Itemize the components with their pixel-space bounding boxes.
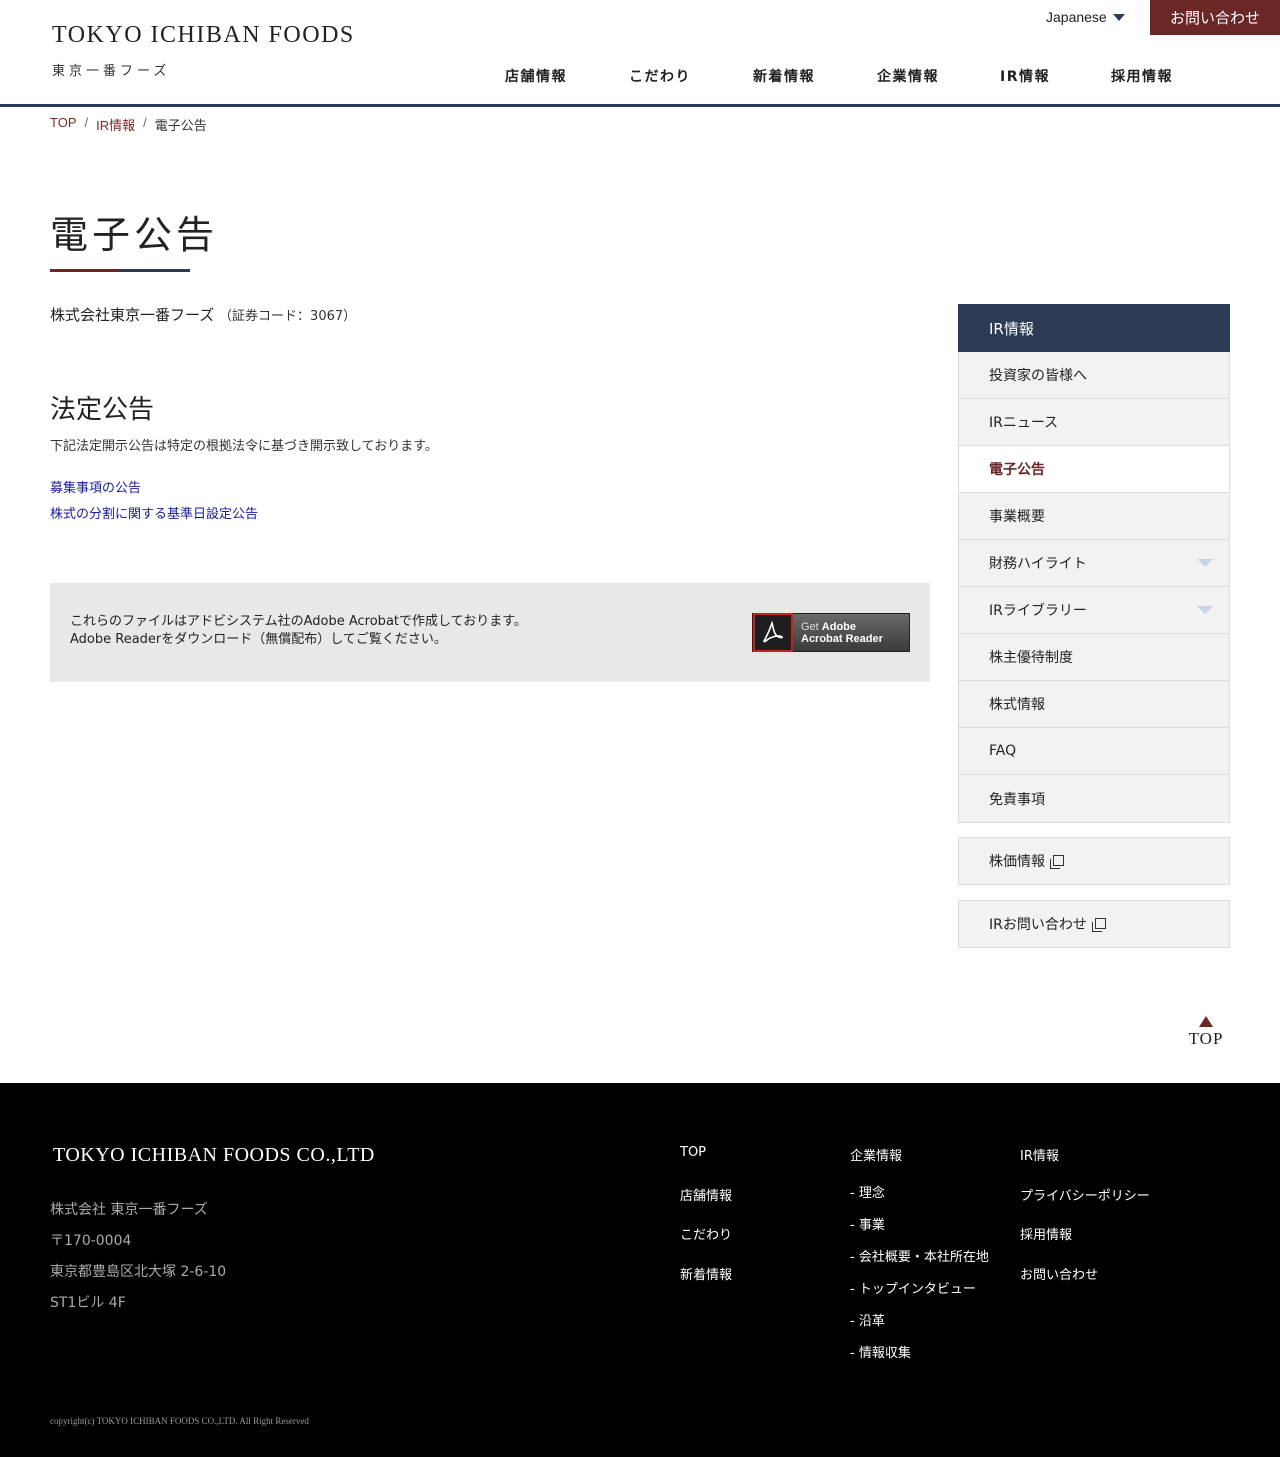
logo-en[interactable]: TOKYO ICHIBAN FOODS [52, 22, 355, 49]
stock-price-label: 株価情報 [989, 854, 1045, 870]
contact-button[interactable]: お問い合わせ [1150, 0, 1280, 35]
ir-sidebar: IR情報 投資家の皆様へ IRニュース 電子公告 事業概要 財務ハイライト IR… [958, 304, 1230, 823]
copyright: copyright(c) TOKYO ICHIBAN FOODS CO.,LTD… [50, 1416, 309, 1426]
pdf-note-line2: Adobe Readerをダウンロード（無償配布）してご覧ください。 [70, 632, 447, 647]
pdf-notice-box: これらのファイルはアドビシステム社のAdobe Acrobatで作成しております… [50, 583, 930, 682]
chevron-down-icon [1197, 606, 1213, 614]
sidebar-item-benefits[interactable]: 株主優待制度 [959, 634, 1229, 681]
footer-link-history[interactable]: - 沿革 [850, 1310, 885, 1329]
adobe-brand: Adobe [821, 620, 857, 633]
footer-link-info-collection[interactable]: - 情報収集 [850, 1342, 911, 1361]
footer-link-privacy[interactable]: プライバシーポリシー [1020, 1185, 1150, 1204]
nav-recruit[interactable]: 採用情報 [1111, 66, 1173, 86]
global-nav: 店舗情報 こだわり 新着情報 企業情報 IR情報 採用情報 [0, 66, 1280, 88]
footer-address: 東京都豊島区北大塚 2-6-10 [50, 1264, 227, 1280]
footer-building: ST1ビル 4F [50, 1295, 126, 1311]
nav-ir[interactable]: IR情報 [1000, 66, 1050, 86]
footer-company: 株式会社 東京一番フーズ [50, 1202, 208, 1218]
footer-link-commitment[interactable]: こだわり [680, 1224, 732, 1243]
acrobat-icon [753, 613, 793, 652]
footer-link-top[interactable]: TOP [680, 1145, 706, 1160]
external-link-icon [1091, 917, 1106, 932]
breadcrumb-ir[interactable]: IR情報 [96, 115, 135, 134]
sidebar-heading[interactable]: IR情報 [958, 304, 1230, 352]
footer-zip: 〒170-0004 [50, 1233, 132, 1249]
back-to-top-button[interactable]: TOP [1186, 1016, 1226, 1049]
pdf-note-line1: これらのファイルはアドビシステム社のAdobe Acrobatで作成しております… [70, 614, 527, 629]
sidebar-item-investors[interactable]: 投資家の皆様へ [959, 352, 1229, 399]
sidebar-item-e-notice[interactable]: 電子公告 [959, 446, 1229, 493]
sidebar-item-disclaimer[interactable]: 免責事項 [959, 775, 1229, 822]
back-to-top-label: TOP [1188, 1029, 1224, 1048]
language-label: Japanese [1046, 9, 1107, 25]
external-link-icon [1050, 854, 1064, 869]
footer-link-business[interactable]: - 事業 [850, 1214, 885, 1233]
get-adobe-reader-button[interactable]: Get Adobe Acrobat Reader [752, 613, 910, 652]
footer-link-news[interactable]: 新着情報 [680, 1264, 732, 1283]
nav-commitment[interactable]: こだわり [629, 66, 691, 86]
sidebar-item-stock-info[interactable]: 株式情報 [959, 681, 1229, 728]
arrow-up-icon [1199, 1016, 1213, 1027]
sidebar-item-label: 財務ハイライト [989, 556, 1087, 572]
nav-company[interactable]: 企業情報 [877, 66, 939, 86]
chevron-down-icon [1197, 559, 1213, 567]
chevron-down-icon [1112, 13, 1125, 21]
sidebar-item-financial[interactable]: 財務ハイライト [959, 540, 1229, 587]
nav-stores[interactable]: 店舗情報 [505, 66, 567, 86]
breadcrumb-separator: / [143, 115, 147, 130]
site-header: TOKYO ICHIBAN FOODS 東京一番フーズ Japanese お問い… [0, 0, 1280, 107]
page-title: 電子公告 [50, 213, 219, 257]
sidebar-list: 投資家の皆様へ IRニュース 電子公告 事業概要 財務ハイライト IRライブラリ… [958, 352, 1230, 823]
breadcrumb: TOP / IR情報 / 電子公告 [50, 115, 207, 134]
adobe-get: Get [801, 620, 819, 633]
adobe-button-text: Get Adobe Acrobat Reader [793, 621, 883, 645]
footer-link-contact[interactable]: お問い合わせ [1020, 1264, 1098, 1283]
footer-link-interview[interactable]: - トップインタビュー [850, 1278, 976, 1297]
breadcrumb-current: 電子公告 [154, 118, 207, 133]
title-underline [50, 269, 190, 272]
notice-link-stock-split[interactable]: 株式の分割に関する基準日設定公告 [50, 503, 258, 522]
footer-link-philosophy[interactable]: - 理念 [850, 1182, 885, 1201]
footer-link-ir[interactable]: IR情報 [1020, 1145, 1059, 1164]
breadcrumb-separator: / [84, 115, 89, 130]
sidebar-item-faq[interactable]: FAQ [959, 728, 1229, 775]
sidebar-item-ir-news[interactable]: IRニュース [959, 399, 1229, 446]
footer-link-overview[interactable]: - 会社概要・本社所在地 [850, 1246, 989, 1265]
footer-logo: TOKYO ICHIBAN FOODS CO.,LTD [53, 1144, 375, 1166]
nav-news[interactable]: 新着情報 [753, 66, 815, 86]
ir-contact-link[interactable]: IRお問い合わせ [958, 900, 1230, 948]
company-name: 株式会社東京一番フーズ [50, 306, 215, 324]
footer-link-company[interactable]: 企業情報 [850, 1145, 902, 1164]
company-line: 株式会社東京一番フーズ （証券コード：3067） [50, 304, 356, 325]
site-footer: TOKYO ICHIBAN FOODS CO.,LTD 株式会社 東京一番フーズ… [0, 1083, 1280, 1457]
stock-price-link[interactable]: 株価情報 [958, 837, 1230, 885]
section-description: 下記法定開示公告は特定の根拠法令に基づき開示致しております。 [50, 439, 438, 454]
securities-code: （証券コード：3067） [219, 309, 357, 324]
footer-link-stores[interactable]: 店舗情報 [680, 1185, 732, 1204]
adobe-product: Acrobat Reader [801, 632, 883, 645]
pdf-notice-text: これらのファイルはアドビシステム社のAdobe Acrobatで作成しております… [70, 613, 527, 649]
ir-contact-label: IRお問い合わせ [989, 917, 1087, 933]
language-selector[interactable]: Japanese [1046, 9, 1125, 25]
notice-link-offering[interactable]: 募集事項の公告 [50, 477, 141, 496]
footer-link-recruit[interactable]: 採用情報 [1020, 1224, 1072, 1243]
sidebar-item-label: IRライブラリー [989, 603, 1087, 619]
breadcrumb-top[interactable]: TOP [50, 115, 77, 134]
section-title: 法定公告 [50, 395, 155, 425]
sidebar-item-business[interactable]: 事業概要 [959, 493, 1229, 540]
sidebar-item-ir-library[interactable]: IRライブラリー [959, 587, 1229, 634]
